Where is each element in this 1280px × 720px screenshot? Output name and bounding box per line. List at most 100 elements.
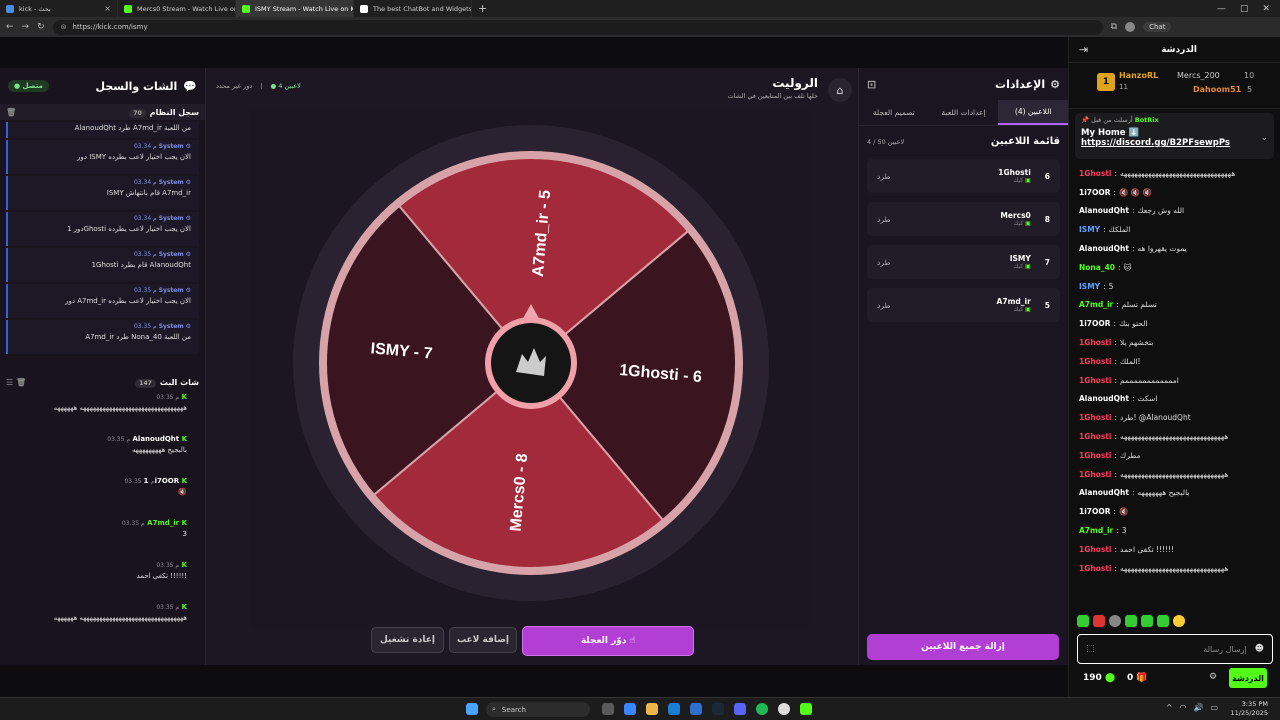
profile-avatar[interactable] — [1125, 22, 1136, 32]
home-icon[interactable]: ⌂ — [828, 78, 852, 102]
store-icon[interactable] — [690, 703, 702, 715]
emote-icon[interactable] — [1157, 615, 1169, 627]
chat-username[interactable]: 1Ghosti — [1079, 545, 1112, 554]
browser-tab-active[interactable]: ISMY Stream - Watch Live on Kick× — [236, 0, 354, 17]
task-view-icon[interactable] — [602, 703, 614, 715]
browser-tab[interactable]: kick - بحث × — [0, 0, 118, 17]
new-tab-button[interactable]: + — [472, 2, 493, 15]
reload-icon[interactable]: ↻ — [37, 22, 45, 32]
gear-icon[interactable]: ⚙ — [1209, 672, 1217, 682]
chat-username[interactable]: 1i7OOR — [144, 477, 180, 485]
points-counter[interactable]: 190 ⬤ — [1083, 673, 1115, 683]
chat-username[interactable]: 1Ghosti — [1079, 413, 1112, 422]
edge-icon[interactable] — [668, 703, 680, 715]
minimize-icon[interactable]: — — [1217, 4, 1226, 14]
chat-username[interactable]: 1Ghosti — [1079, 470, 1112, 479]
pin-icon[interactable]: 📌 — [1081, 116, 1089, 124]
spotify-icon[interactable] — [756, 703, 768, 715]
tab-game-settings[interactable]: إعدادات اللعبة — [929, 100, 999, 125]
chrome-icon[interactable] — [778, 703, 790, 715]
chat-username[interactable]: ISMY — [1079, 282, 1100, 291]
wifi-icon[interactable]: ◠ — [1179, 703, 1186, 712]
clock[interactable]: 3:35 PM 11/25/2025 — [1231, 700, 1268, 718]
close-window-icon[interactable]: ✕ — [1262, 4, 1270, 14]
add-player-button[interactable]: إضافة لاعب — [449, 627, 517, 653]
chat-username[interactable]: A7md_ir — [1079, 526, 1113, 535]
chat-username[interactable]: AlanoudQht — [1079, 488, 1129, 497]
sidebar-toggle-icon[interactable]: ⊡ — [867, 78, 876, 91]
emoji-icon[interactable]: ☻ — [1255, 644, 1264, 654]
chat-username[interactable]: 1Ghosti — [1079, 376, 1112, 385]
emote-icon[interactable] — [1173, 615, 1185, 627]
battery-icon[interactable]: ▭ — [1210, 703, 1218, 712]
chat-line: 1Ghosti: ههههههههههههههههههههههههههههههه — [1079, 469, 1229, 479]
chat-username[interactable]: 1Ghosti — [1079, 169, 1112, 178]
list-icon[interactable]: ☰ — [6, 378, 13, 387]
browser-tab[interactable]: Mercs0 Stream - Watch Live on Kick× — [118, 0, 236, 17]
kick-app-icon[interactable] — [800, 703, 812, 715]
kick-emote-icon[interactable]: ⬚ — [1086, 644, 1095, 654]
forward-icon[interactable]: → — [22, 22, 30, 32]
chat-username[interactable]: 1i7OOR — [1079, 188, 1111, 197]
leaderboard: 1 HanzoRL 11 Mercs_200 10 Dahoom51 5 — [1069, 63, 1280, 109]
chat-username[interactable]: 1Ghosti — [1079, 432, 1112, 441]
search-icon — [6, 4, 14, 13]
chat-username[interactable]: 1Ghosti — [1079, 357, 1112, 366]
chat-button[interactable]: Chat — [1143, 22, 1172, 32]
taskbar-search[interactable]: ⌕ Search — [486, 702, 590, 717]
discord-link[interactable]: https://discord.gg/B2PFsewpPs — [1081, 138, 1268, 148]
collapse-icon[interactable]: ⇥ — [1079, 43, 1088, 56]
chat-username[interactable]: Nona_40 — [1079, 263, 1115, 272]
remove-all-button[interactable]: إزالة جميع اللاعبين — [867, 634, 1059, 660]
chat-line: 1i7OOR: 🔇 — [1079, 507, 1129, 517]
kick-player-button[interactable]: طرد — [877, 215, 890, 224]
chat-input[interactable]: ⬚ إرسال رسالة ☻ — [1077, 634, 1273, 664]
emote-icon[interactable] — [1109, 615, 1121, 627]
kick-player-button[interactable]: طرد — [877, 172, 890, 181]
chat-username[interactable]: 1Ghosti — [1079, 451, 1112, 460]
emote-icon[interactable] — [1093, 615, 1105, 627]
chat-username[interactable]: 1Ghosti — [1079, 338, 1112, 347]
tab-players[interactable]: اللاعبين (4) — [998, 100, 1069, 125]
chat-username[interactable]: AlanoudQht — [1079, 244, 1129, 253]
chat-username[interactable]: 1i7OOR — [1079, 507, 1111, 516]
chat-username[interactable]: AlanoudQht — [1079, 206, 1129, 215]
chat-username[interactable]: AlanoudQht — [1079, 394, 1129, 403]
kick-player-button[interactable]: طرد — [877, 258, 890, 267]
emote-icon[interactable] — [1125, 615, 1137, 627]
chevron-up-icon[interactable]: ^ — [1166, 703, 1173, 712]
tab-wheel-design[interactable]: تصميم العجلة — [859, 100, 929, 125]
chat-username[interactable]: A7md_ir — [1079, 300, 1113, 309]
chat-username[interactable]: A7md_ir — [147, 519, 179, 527]
spin-button[interactable]: دوّر العجلة ☝ — [522, 626, 694, 656]
file-explorer-icon[interactable] — [646, 703, 658, 715]
send-chat-button[interactable]: الدردشة — [1229, 668, 1267, 688]
discord-icon[interactable] — [734, 703, 746, 715]
maximize-icon[interactable]: ▢ — [1240, 4, 1249, 14]
volume-icon[interactable]: 🔊 — [1193, 703, 1203, 712]
steam-icon[interactable] — [712, 703, 724, 715]
back-icon[interactable]: ← — [6, 22, 14, 32]
chat-username[interactable]: 1i7OOR — [1079, 319, 1111, 328]
trash-icon[interactable]: 🗑 — [16, 378, 26, 387]
kick-player-button[interactable]: طرد — [877, 301, 890, 310]
trash-icon[interactable]: 🗑 — [6, 108, 16, 117]
emote-icon[interactable] — [1141, 615, 1153, 627]
kick-icon: K — [181, 561, 187, 569]
gift-counter[interactable]: 0 🎁 — [1127, 673, 1148, 683]
windows-start-icon[interactable] — [466, 703, 478, 715]
kick-icon: K — [181, 393, 187, 401]
chat-line: AlanoudQht: بالبجيح هههههههه — [1079, 488, 1190, 498]
chat-username[interactable]: 1Ghosti — [1079, 564, 1112, 573]
url-field[interactable]: ⊜ https://kick.com/ismy — [52, 19, 1103, 35]
close-icon[interactable]: × — [104, 4, 111, 13]
copilot-icon[interactable] — [624, 703, 636, 715]
emote-icon[interactable] — [1077, 615, 1089, 627]
chat-username[interactable]: AlanoudQht — [133, 435, 180, 443]
restart-button[interactable]: إعادة تشغيل — [371, 627, 444, 653]
chevron-down-icon[interactable]: ⌄ — [1260, 133, 1268, 143]
roulette-wheel[interactable]: A7md_ir - 51Ghosti - 6Mercs0 - 8ISMY - 7 — [250, 110, 810, 630]
extensions-icon[interactable]: ⧉ — [1111, 22, 1117, 32]
browser-tab[interactable]: The best ChatBot and Widgets fo...× — [354, 0, 472, 17]
chat-username[interactable]: ISMY — [1079, 225, 1100, 234]
